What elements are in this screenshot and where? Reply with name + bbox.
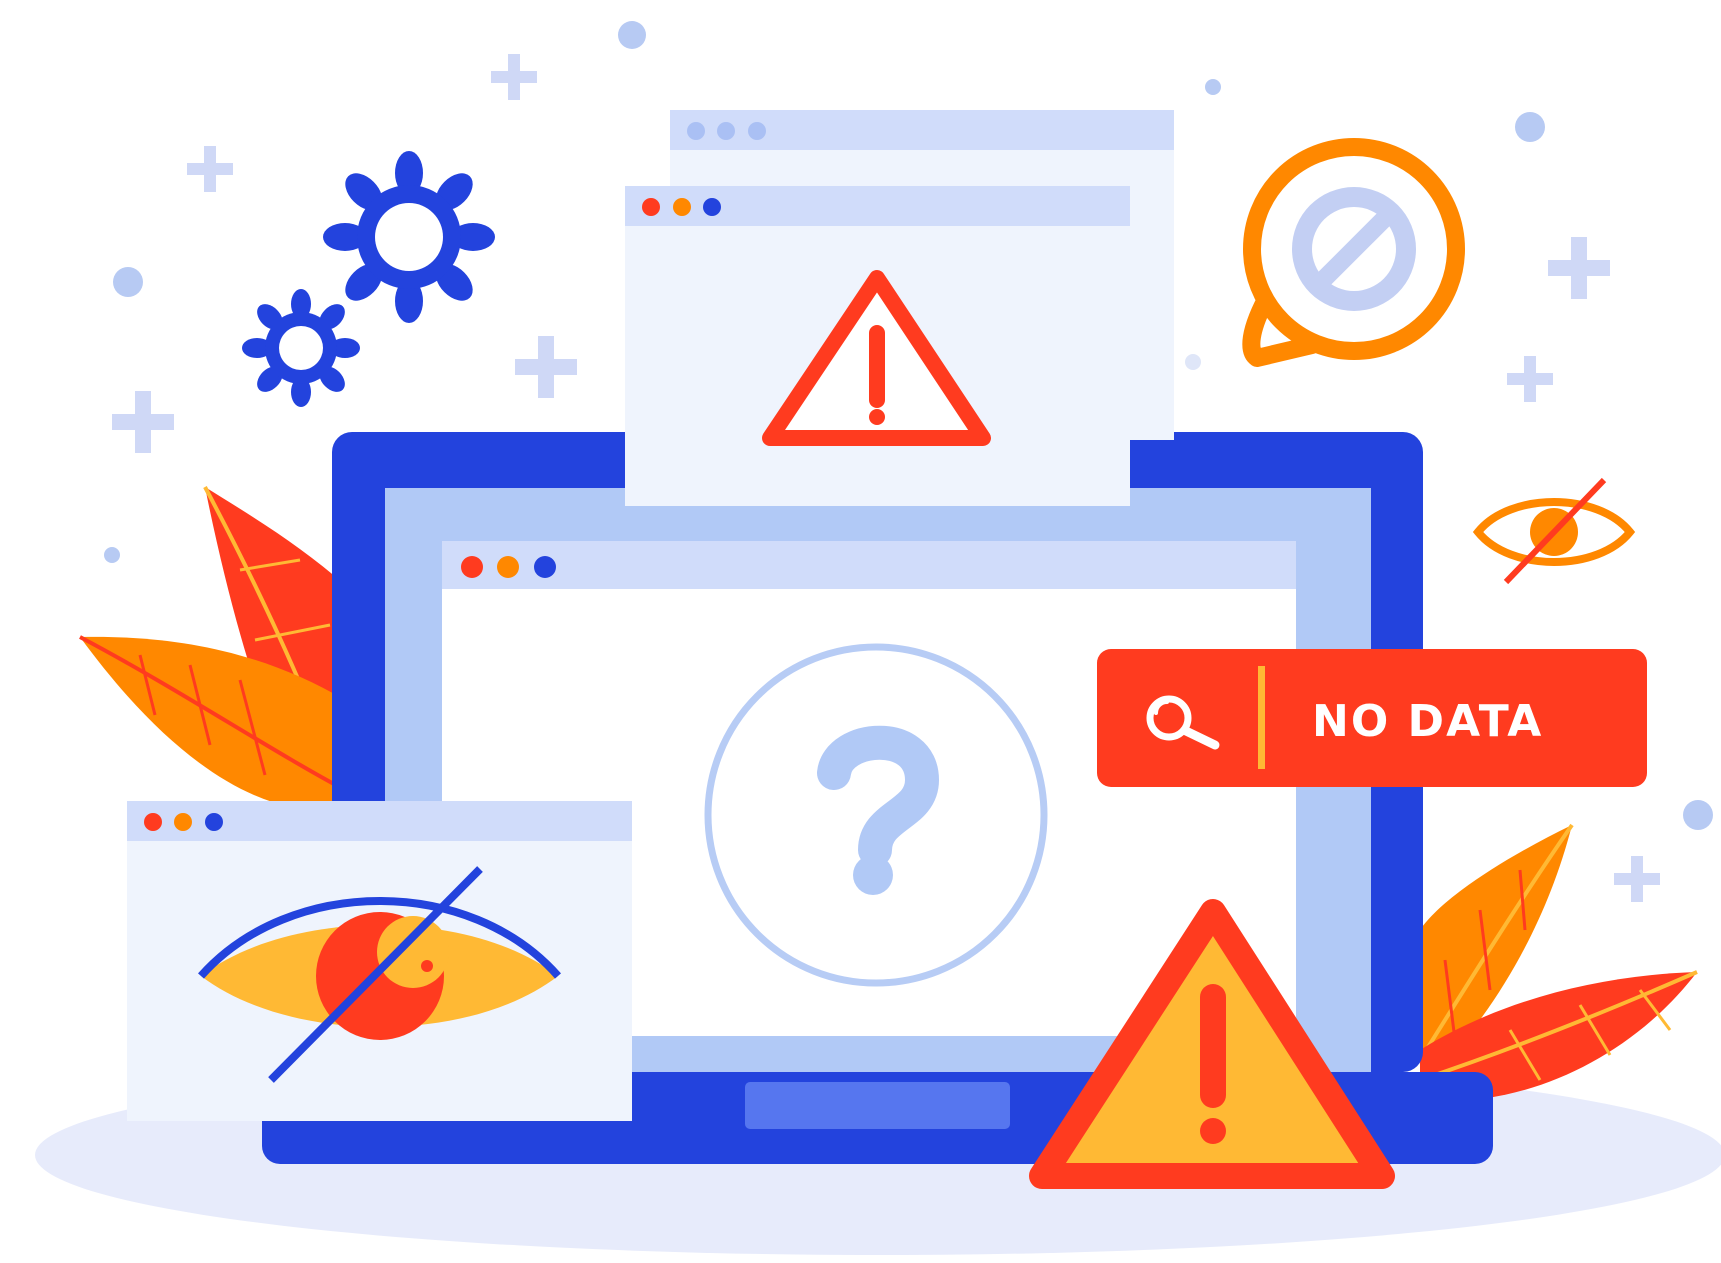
plus-icon xyxy=(515,336,577,398)
window-dot-blue xyxy=(534,556,556,578)
no-data-banner: NO DATA xyxy=(1097,649,1647,787)
laptop-trackpad xyxy=(745,1082,1010,1129)
browser-titlebar xyxy=(127,801,632,841)
no-symbol-icon xyxy=(1242,138,1465,367)
eye-slash-icon xyxy=(1472,477,1636,585)
window-dot-red xyxy=(461,556,483,578)
plus-icon xyxy=(1507,356,1553,402)
plus-icon xyxy=(112,391,174,453)
window-dot-red xyxy=(144,813,162,831)
gear-icon xyxy=(323,151,495,323)
browser-window-warning xyxy=(625,186,1130,506)
browser-titlebar xyxy=(625,186,1130,226)
window-dot-orange xyxy=(497,556,519,578)
window-dot-blue xyxy=(703,198,721,216)
banner-divider xyxy=(1258,666,1265,769)
window-dot-orange xyxy=(673,198,691,216)
plus-icon xyxy=(187,146,233,192)
browser-window-eye xyxy=(127,801,632,1121)
plus-icon xyxy=(491,54,537,100)
gear-icon xyxy=(242,289,360,407)
no-data-label: NO DATA xyxy=(1312,696,1543,747)
window-dot-red xyxy=(642,198,660,216)
no-data-illustration: NO DATA xyxy=(35,21,1721,1255)
plus-icon xyxy=(1548,237,1610,299)
window-dot-blue xyxy=(205,813,223,831)
browser-titlebar xyxy=(442,541,1296,589)
question-icon xyxy=(704,643,1048,987)
plus-icon xyxy=(1614,856,1660,902)
window-dot-orange xyxy=(174,813,192,831)
leaf-icon-right xyxy=(1418,823,1698,1102)
